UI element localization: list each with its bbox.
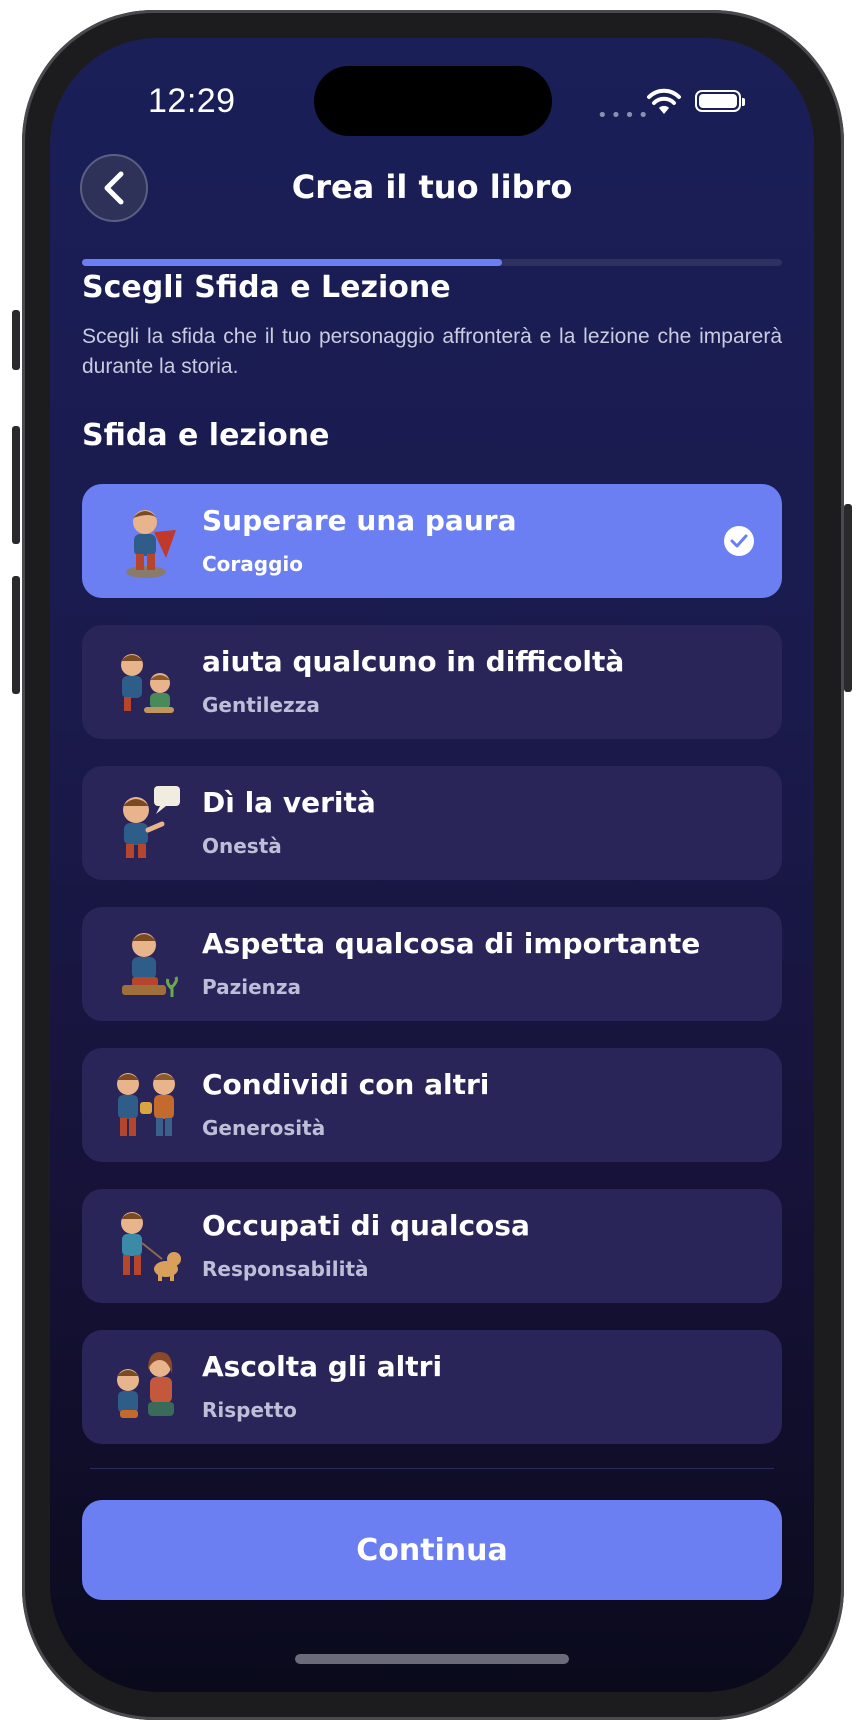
app-screen: 12:29 •••• Crea il tuo libro Scegli Sfid…: [50, 38, 814, 1692]
option-title: Ascolta gli altri: [202, 1350, 443, 1383]
option-title: aiuta qualcuno in difficoltà: [202, 645, 625, 678]
child-with-dog-icon: [121, 1212, 181, 1281]
section-title: Scegli Sfida e Lezione: [82, 270, 451, 305]
silent-switch: [12, 310, 20, 370]
section-description: Scegli la sfida che il tuo personaggio a…: [82, 325, 782, 378]
children-helping-icon: [121, 654, 174, 713]
continue-button[interactable]: Continua: [82, 1500, 782, 1600]
option-card[interactable]: Condividi con altri Generosità: [82, 1048, 782, 1162]
child-waiting-icon: [122, 933, 178, 997]
progress-fill: [82, 259, 502, 266]
power-button: [844, 504, 852, 692]
option-card[interactable]: Ascolta gli altri Rispetto: [82, 1330, 782, 1444]
option-title: Aspetta qualcosa di importante: [202, 927, 701, 960]
option-title: Superare una paura: [202, 504, 517, 537]
volume-up-button: [12, 426, 20, 544]
option-subtitle: Pazienza: [202, 975, 302, 999]
option-title: Condividi con altri: [202, 1068, 490, 1101]
option-title: Occupati di qualcosa: [202, 1209, 530, 1242]
option-subtitle: Onestà: [202, 834, 282, 858]
child-hero-icon: [126, 510, 176, 578]
checkmark-icon: [724, 526, 754, 556]
option-subtitle: Gentilezza: [202, 693, 320, 717]
option-card[interactable]: aiuta qualcuno in difficoltà Gentilezza: [82, 625, 782, 739]
option-card[interactable]: Dì la verità Onestà: [82, 766, 782, 880]
dynamic-island: [314, 66, 552, 136]
children-sharing-icon: [117, 1073, 175, 1136]
option-subtitle: Rispetto: [202, 1398, 297, 1422]
option-card[interactable]: Aspetta qualcosa di importante Pazienza: [82, 907, 782, 1021]
progress-bar: [82, 259, 782, 266]
status-time: 12:29: [148, 82, 236, 120]
option-card[interactable]: Occupati di qualcosa Responsabilità: [82, 1189, 782, 1303]
option-card[interactable]: Superare una paura Coraggio: [82, 484, 782, 598]
footer-divider: [90, 1468, 774, 1469]
wifi-icon: [647, 88, 681, 114]
option-subtitle: Responsabilità: [202, 1257, 369, 1281]
volume-down-button: [12, 576, 20, 694]
child-speech-bubble-icon: [123, 786, 180, 858]
child-listening-icon: [117, 1352, 174, 1418]
group-label: Sfida e lezione: [82, 418, 330, 453]
option-subtitle: Coraggio: [202, 552, 304, 576]
option-subtitle: Generosità: [202, 1116, 326, 1140]
home-indicator: [295, 1654, 569, 1664]
option-title: Dì la verità: [202, 786, 376, 819]
page-title: Crea il tuo libro: [291, 168, 573, 206]
battery-icon: [695, 90, 745, 112]
signal-icon: ••••: [597, 105, 652, 126]
